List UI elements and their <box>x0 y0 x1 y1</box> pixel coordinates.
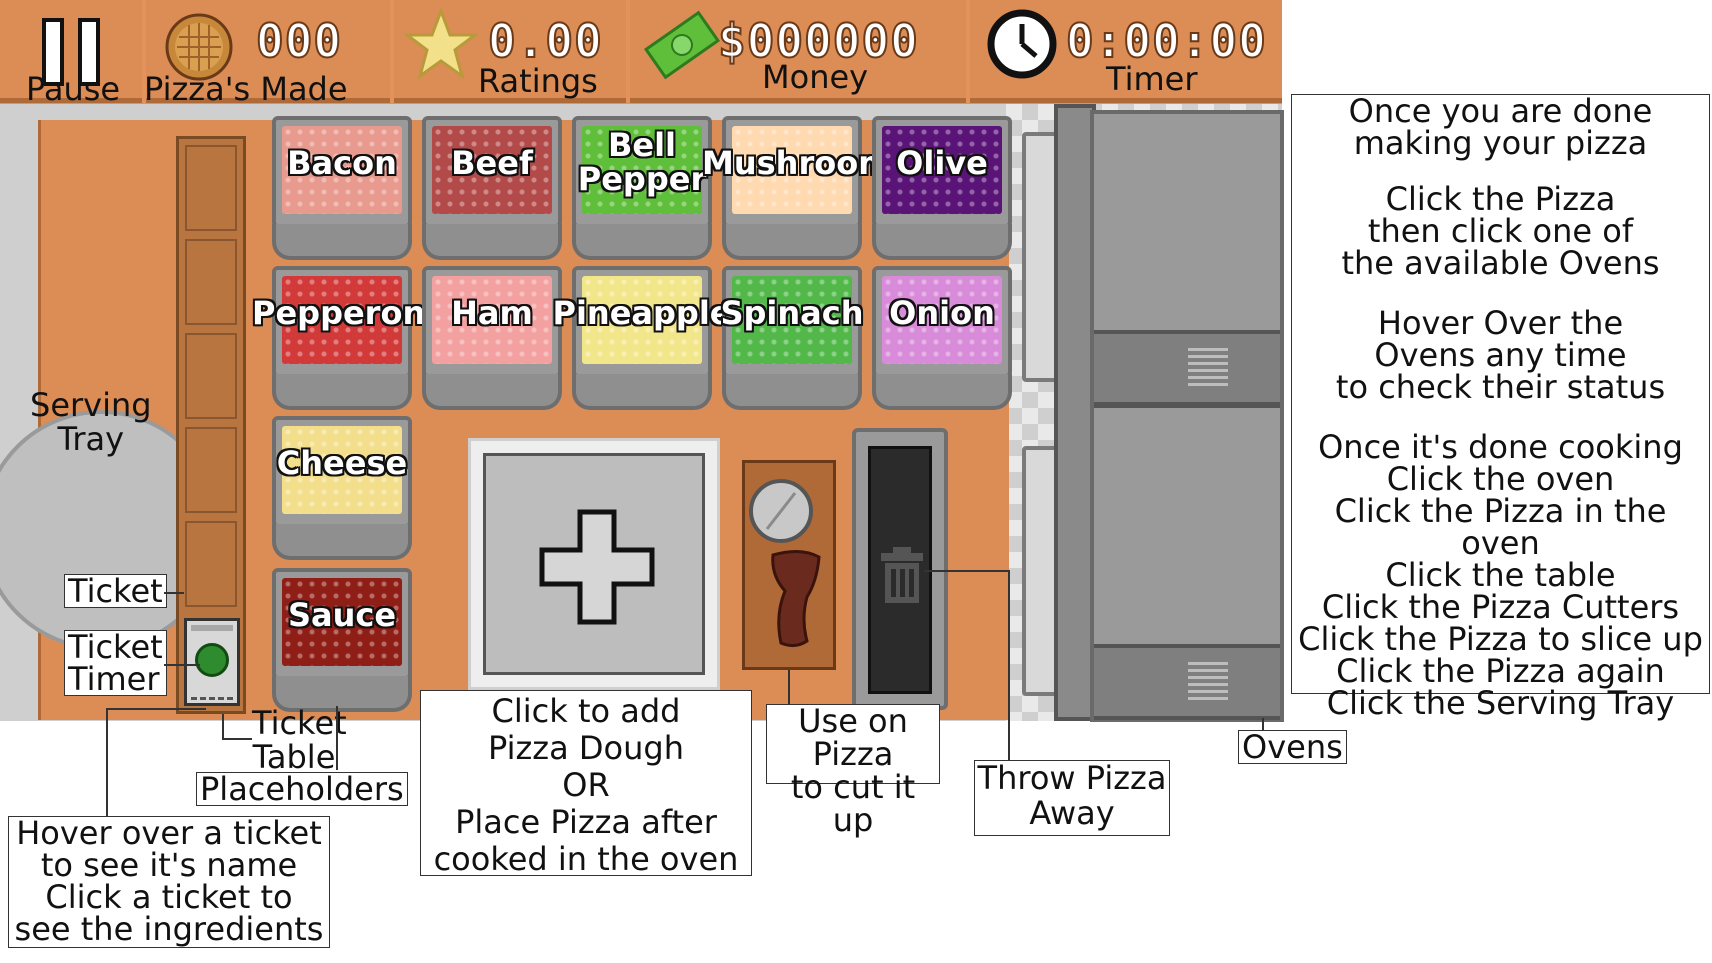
topping-bin-lip <box>722 374 862 410</box>
topping-bin-lip <box>272 524 412 560</box>
placeholders-callout: Placeholders <box>196 772 408 806</box>
instructions-panel: Once you are done making your pizza Clic… <box>1291 92 1710 719</box>
instructions-p3: Hover Over the Ovens any time to check t… <box>1335 304 1666 406</box>
topping-bin-lip <box>422 374 562 410</box>
clock-icon <box>987 9 1057 79</box>
pizza-cutter[interactable] <box>742 460 836 670</box>
topping-bin-lip <box>272 374 412 410</box>
ticket-help-callout: Hover over a ticket to see it's name Cli… <box>8 816 330 948</box>
topping-bin-lip <box>722 224 862 260</box>
topping-label: Sauce <box>287 596 397 634</box>
topping-label: Cheese <box>276 444 408 482</box>
instructions-p4: Once it's done cooking Click the oven Cl… <box>1298 428 1703 722</box>
ratings-value: 0.00 <box>487 13 603 69</box>
instructions-p2: Click the Pizza then click one of the av… <box>1341 180 1660 282</box>
timer-label: Timer <box>1106 60 1198 98</box>
plus-icon <box>539 509 655 625</box>
ovens[interactable] <box>1090 110 1284 722</box>
ticket-timer <box>195 643 229 677</box>
ovens-callout: Ovens <box>1238 730 1347 764</box>
star-icon <box>404 8 478 80</box>
money-icon <box>644 10 720 80</box>
ticket-table-callout: Ticket Table <box>252 704 347 776</box>
hud-bar: Pause 000 Pizza's Made 0.00 Ratings $000… <box>0 0 1282 108</box>
topping-bin-lip <box>572 224 712 260</box>
ticket[interactable] <box>184 618 240 706</box>
dough-board[interactable] <box>468 438 720 690</box>
pizza-cutter-icon <box>749 479 821 648</box>
ticket-timer-callout: Ticket Timer <box>64 630 167 696</box>
ticket-callout: Ticket <box>64 574 167 608</box>
serving-tray-label: Serving Tray <box>30 386 152 458</box>
game-scene: Pause 000 Pizza's Made 0.00 Ratings $000… <box>0 0 1712 963</box>
trash-callout: Throw Pizza Away <box>974 760 1170 836</box>
pizzas-made-value: 000 <box>255 13 343 69</box>
trash-bin[interactable] <box>852 428 948 710</box>
ticket-placeholder <box>185 239 237 325</box>
oven-1-door[interactable] <box>1094 330 1280 406</box>
trash-opening <box>868 446 932 694</box>
ticket-placeholder <box>185 521 237 607</box>
pizzas-made-label: Pizza's Made <box>144 70 348 108</box>
dough-board-callout: Click to add Pizza Dough OR Place Pizza … <box>420 690 752 878</box>
trash-icon <box>881 547 923 603</box>
instructions-p1: Once you are done making your pizza <box>1348 92 1653 162</box>
ticket-placeholder <box>185 145 237 231</box>
topping-bin-lip <box>572 374 712 410</box>
pause-label: Pause <box>26 70 121 108</box>
topping-bin-lip <box>872 374 1012 410</box>
pizza-cutter-callout: Use on Pizza to cut it up <box>766 704 940 837</box>
ticket-placeholder <box>185 333 237 419</box>
board-surface <box>483 453 705 675</box>
money-label: Money <box>762 58 869 96</box>
oven-2-door[interactable] <box>1094 644 1280 720</box>
topping-bin-lip <box>422 224 562 260</box>
ticket-placeholder <box>185 427 237 513</box>
ratings-label: Ratings <box>478 62 598 100</box>
topping-bin-lip <box>272 224 412 260</box>
topping-bin-lip <box>872 224 1012 260</box>
topping-label: Olive <box>896 144 988 182</box>
topping-label: Onion <box>889 294 995 332</box>
